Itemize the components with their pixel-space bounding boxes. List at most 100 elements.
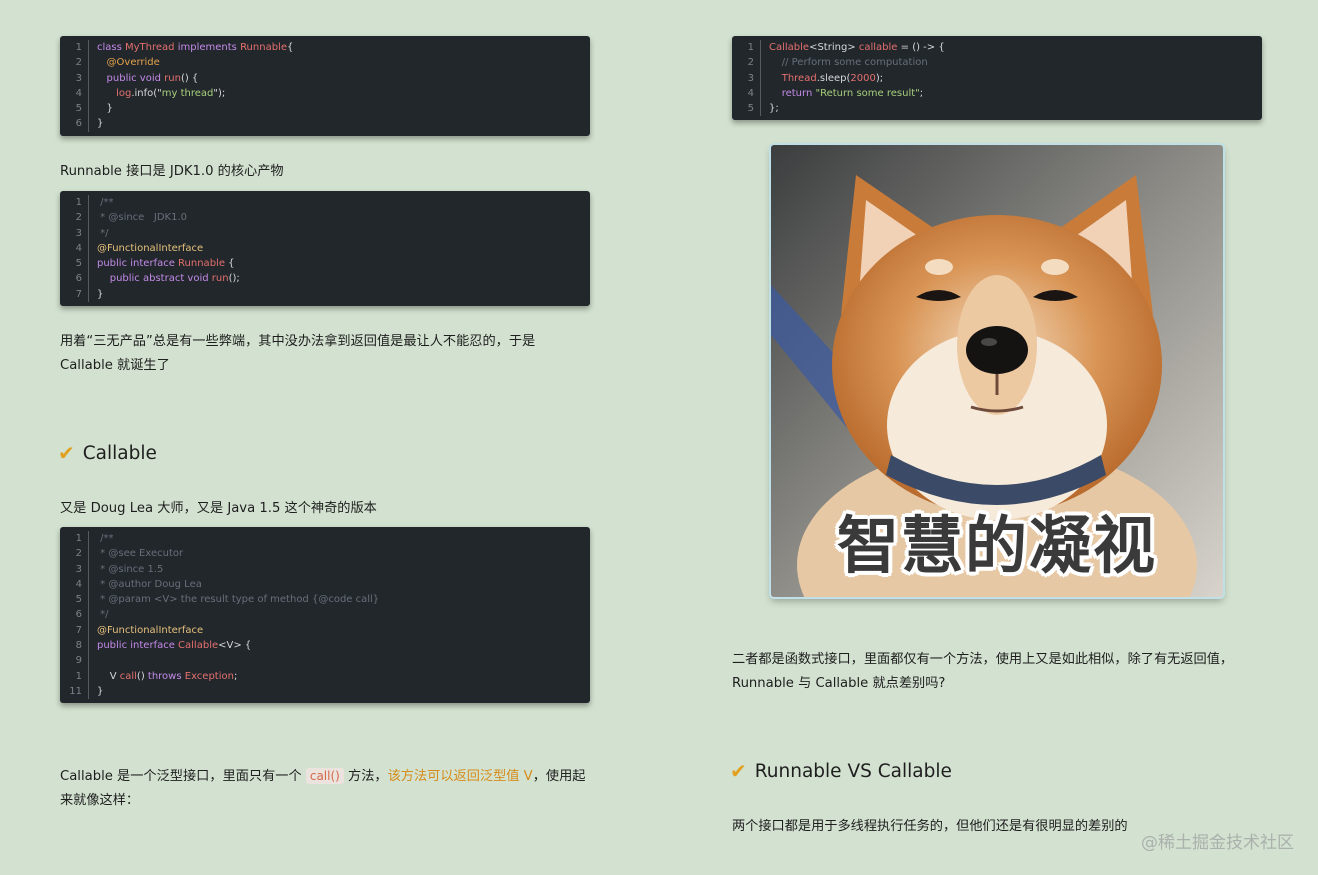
code-token: /** [97, 197, 114, 208]
line-number: 1 [60, 195, 89, 211]
line-number: 1 [60, 668, 89, 684]
heading-callable: ✔ Callable [58, 441, 157, 465]
paragraph-doug-lea: 又是 Doug Lea 大师，又是 Java 1.5 这个神奇的版本 [60, 501, 377, 516]
line-number: 1 [60, 531, 89, 547]
paragraph-text-b: 方法， [343, 769, 388, 784]
watermark: @稀土掘金技术社区 [1141, 833, 1294, 853]
code-token: */ [97, 227, 109, 239]
code-token: } [97, 118, 104, 130]
code-text: log.info("my thread"); [89, 86, 225, 101]
code-token: ; [233, 670, 238, 682]
line-number: 5 [732, 101, 761, 117]
code-token: * @since 1.5 [97, 563, 164, 575]
line-number: 3 [60, 561, 89, 577]
code-token: () [136, 670, 148, 682]
code-token: (); [228, 273, 240, 285]
code-line: 6} [60, 116, 590, 132]
code-token: run [164, 72, 181, 84]
code-token: * @since JDK1.0 [97, 212, 187, 224]
code-token: } [97, 685, 104, 697]
code-line: 5 * @param <V> the result type of method… [60, 592, 590, 608]
code-text: }; [761, 101, 779, 116]
code-token: public interface [97, 640, 179, 652]
line-number: 5 [60, 592, 89, 608]
code-token: call [119, 670, 137, 682]
code-token: 2000 [850, 72, 876, 84]
shiba-meme-image: 智慧的凝视 [771, 145, 1223, 597]
line-number: 1 [60, 40, 89, 56]
code-token: * @param <V> the result type of method {… [97, 594, 380, 606]
code-text: } [89, 287, 103, 302]
code-token: @Override [97, 57, 160, 69]
code-token: } [97, 288, 104, 300]
code-token: { [286, 42, 294, 53]
code-line: 7} [60, 286, 590, 303]
line-number: 6 [60, 271, 89, 287]
code-text: @FunctionalInterface [89, 241, 203, 256]
code-line: 5}; [732, 101, 1262, 117]
code-token: <String> [809, 42, 859, 53]
line-number: 8 [60, 638, 89, 654]
code-token: Callable [769, 42, 810, 53]
code-block-callable-usage: 1 Callable<String> callable = () -> {2 //… [732, 36, 1262, 121]
code-token: () { [180, 72, 199, 84]
code-text: * @author Doug Lea [89, 577, 202, 592]
code-text: * @since 1.5 [89, 562, 163, 577]
code-text: public interface Runnable { [89, 256, 235, 271]
line-number: 9 [60, 653, 89, 669]
heading-runnable-vs-callable: ✔ Runnable VS Callable [730, 759, 952, 783]
paragraph-text-a: Callable 是一个泛型接口，里面只有一个 [60, 769, 306, 784]
code-line: 8 public interface Callable<V> { [60, 638, 590, 654]
code-token: * @author Doug Lea [97, 578, 202, 590]
code-line: 1 Callable<String> callable = () -> { [732, 40, 1262, 56]
code-token: log [97, 87, 132, 99]
line-number: 2 [60, 55, 89, 71]
code-text: /** [89, 531, 113, 546]
code-text: public interface Callable<V> { [89, 638, 251, 653]
code-text: Callable<String> callable = () -> { [761, 40, 945, 55]
code-text: /** [89, 195, 114, 210]
code-line: 2 // Perform some computation [732, 55, 1262, 71]
paragraph-callable-generic: Callable 是一个泛型接口，里面只有一个 call() 方法，该方法可以返… [60, 765, 590, 812]
meme-caption: 智慧的凝视 [836, 509, 1157, 582]
code-text: // Perform some computation [761, 55, 928, 70]
code-token: return [769, 87, 816, 99]
code-text: } [89, 684, 103, 699]
code-token: // Perform some computation [769, 57, 928, 69]
line-number: 1 [732, 40, 761, 56]
code-token: .info(" [131, 87, 162, 99]
code-token: class [97, 42, 126, 53]
line-number: 3 [60, 225, 89, 241]
code-token: Callable [178, 640, 219, 652]
code-line: 1 class MyThread implements Runnable{ [60, 40, 590, 56]
code-text: * @param <V> the result type of method {… [89, 592, 379, 607]
line-number: 5 [60, 256, 89, 272]
code-line: 4 @FunctionalInterface [60, 240, 590, 257]
line-number: 11 [60, 683, 89, 700]
code-line: 6 */ [60, 607, 590, 623]
paragraph-runnable-core: Runnable 接口是 JDK1.0 的核心产物 [60, 164, 284, 179]
code-token: @FunctionalInterface [97, 624, 204, 636]
line-number: 3 [60, 70, 89, 86]
line-number: 3 [732, 70, 761, 86]
code-line: 5 public interface Runnable { [60, 256, 590, 272]
code-line: 4 return "Return some result"; [732, 85, 1262, 102]
code-token: @FunctionalInterface [97, 242, 204, 254]
checkmark-icon: ✔ [58, 441, 75, 465]
checkmark-icon: ✔ [730, 759, 747, 783]
code-text: @FunctionalInterface [89, 623, 203, 638]
line-number: 5 [60, 101, 89, 117]
code-text: V call() throws Exception; [89, 669, 238, 684]
heading-runnable-vs-callable-text: Runnable VS Callable [754, 760, 952, 782]
code-token: Thread [769, 72, 817, 84]
code-token: Exception [184, 670, 234, 682]
code-text: Thread.sleep(2000); [761, 71, 886, 86]
line-number: 7 [60, 622, 89, 639]
code-text: public void run() { [89, 71, 199, 86]
code-text: public abstract void run(); [89, 271, 240, 286]
code-token: "); [213, 87, 226, 99]
code-token: Runnable [178, 258, 229, 270]
code-line: 3 public void run() { [60, 70, 590, 86]
code-text: * @since JDK1.0 [89, 210, 187, 225]
